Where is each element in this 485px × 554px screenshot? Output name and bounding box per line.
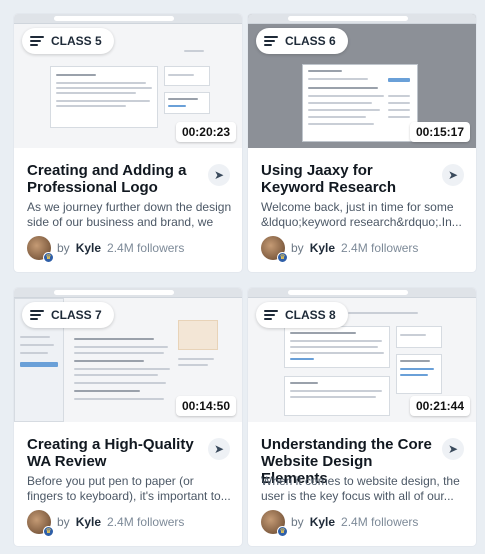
avatar[interactable]: ♛ (261, 236, 288, 263)
author-prefix: by (291, 515, 304, 529)
class-label: CLASS 8 (285, 308, 336, 322)
class-label: CLASS 7 (51, 308, 102, 322)
follower-count: 2.4M followers (341, 515, 419, 529)
menu-icon (264, 310, 278, 320)
rocket-icon[interactable]: ➤ (442, 438, 464, 460)
course-card-class-6[interactable]: CLASS 6 00:15:17 Using Jaaxy for Keyword… (248, 14, 476, 272)
author-name[interactable]: Kyle (76, 515, 101, 529)
browser-bar (14, 288, 242, 298)
avatar[interactable]: ♛ (27, 510, 54, 537)
duration-badge: 00:21:44 (409, 396, 470, 416)
class-label: CLASS 6 (285, 34, 336, 48)
author-row[interactable]: ♛ by Kyle 2.4M followers (27, 510, 185, 537)
video-thumbnail[interactable]: CLASS 6 00:15:17 (248, 14, 476, 148)
course-card-class-5[interactable]: CLASS 5 00:20:23 Creating and Adding a P… (14, 14, 242, 272)
follower-count: 2.4M followers (107, 241, 185, 255)
browser-bar (248, 14, 476, 24)
author-prefix: by (57, 241, 70, 255)
browser-bar (248, 288, 476, 298)
class-badge: CLASS 7 (22, 302, 114, 328)
course-description: Before you put pen to paper (or fingers … (27, 474, 231, 503)
class-label: CLASS 5 (51, 34, 102, 48)
duration-badge: 00:14:50 (175, 396, 236, 416)
rocket-icon[interactable]: ➤ (208, 164, 230, 186)
menu-icon (30, 310, 44, 320)
video-thumbnail[interactable]: CLASS 8 00:21:44 (248, 288, 476, 422)
class-badge: CLASS 5 (22, 28, 114, 54)
rocket-icon[interactable]: ➤ (208, 438, 230, 460)
author-row[interactable]: ♛ by Kyle 2.4M followers (261, 510, 419, 537)
follower-count: 2.4M followers (341, 241, 419, 255)
author-name[interactable]: Kyle (310, 515, 335, 529)
class-badge: CLASS 8 (256, 302, 348, 328)
avatar[interactable]: ♛ (27, 236, 54, 263)
author-row[interactable]: ♛ by Kyle 2.4M followers (261, 236, 419, 263)
avatar[interactable]: ♛ (261, 510, 288, 537)
course-description: Welcome back, just in time for some &ldq… (261, 200, 462, 229)
class-badge: CLASS 6 (256, 28, 348, 54)
author-name[interactable]: Kyle (310, 241, 335, 255)
author-prefix: by (57, 515, 70, 529)
author-name[interactable]: Kyle (76, 241, 101, 255)
follower-count: 2.4M followers (107, 515, 185, 529)
course-title[interactable]: Using Jaaxy for Keyword Research (261, 162, 437, 196)
crown-icon: ♛ (277, 526, 288, 537)
course-description: As we journey further down the design si… (27, 200, 232, 229)
video-thumbnail[interactable]: CLASS 5 00:20:23 (14, 14, 242, 148)
course-title[interactable]: Creating a High-Quality WA Review (27, 436, 203, 470)
crown-icon: ♛ (43, 252, 54, 263)
course-card-class-8[interactable]: CLASS 8 00:21:44 Understanding the Core … (248, 288, 476, 546)
duration-badge: 00:20:23 (175, 122, 236, 142)
course-card-class-7[interactable]: CLASS 7 00:14:50 Creating a High-Quality… (14, 288, 242, 546)
duration-badge: 00:15:17 (409, 122, 470, 142)
menu-icon (264, 36, 278, 46)
browser-bar (14, 14, 242, 24)
author-row[interactable]: ♛ by Kyle 2.4M followers (27, 236, 185, 263)
course-description: When it comes to website design, the use… (261, 474, 460, 503)
video-thumbnail[interactable]: CLASS 7 00:14:50 (14, 288, 242, 422)
rocket-icon[interactable]: ➤ (442, 164, 464, 186)
course-title[interactable]: Creating and Adding a Professional Logo (27, 162, 203, 196)
author-prefix: by (291, 241, 304, 255)
crown-icon: ♛ (277, 252, 288, 263)
menu-icon (30, 36, 44, 46)
crown-icon: ♛ (43, 526, 54, 537)
